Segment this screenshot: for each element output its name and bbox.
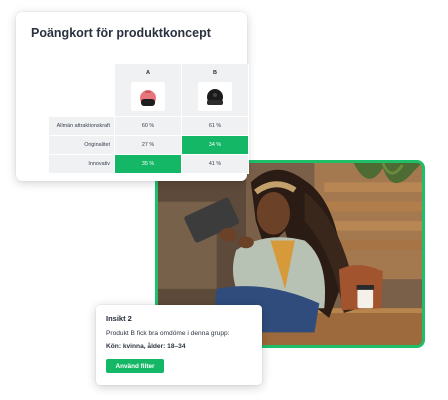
scorecard-row: Originalitet 27 % 34 % bbox=[49, 136, 249, 155]
column-a-label: A bbox=[146, 70, 150, 76]
score-cell-b: 41 % bbox=[182, 155, 249, 174]
score-cell-a: 60 % bbox=[115, 117, 182, 136]
apply-filter-button[interactable]: Använd filter bbox=[106, 359, 164, 373]
row-label: Originalitet bbox=[49, 136, 115, 155]
scorecard-table: A B Allmän attraktionskraft 60 % 61 % Or… bbox=[49, 64, 249, 174]
insight-filter-criteria: Kön: kvinna, ålder: 18–34 bbox=[106, 343, 186, 350]
row-label: Allmän attraktionskraft bbox=[49, 117, 115, 136]
score-cell-b: 61 % bbox=[182, 117, 249, 136]
concept-scorecard: Poängkort för produktkoncept A B Allmän … bbox=[16, 12, 249, 181]
score-cell-a-highlight: 35 % bbox=[115, 155, 182, 174]
scorecard-row: Allmän attraktionskraft 60 % 61 % bbox=[49, 117, 249, 136]
product-a-image bbox=[131, 82, 165, 111]
column-b-label: B bbox=[213, 70, 217, 76]
speaker-b-icon bbox=[207, 88, 223, 105]
scorecard-row: Innovativ 35 % 41 % bbox=[49, 155, 249, 174]
scorecard-header-row: A B bbox=[49, 64, 249, 117]
speaker-a-icon bbox=[140, 89, 156, 106]
column-a-header: A bbox=[115, 64, 182, 117]
insight-card: Insikt 2 Produkt B fick bra omdöme i den… bbox=[96, 305, 262, 385]
score-cell-b-highlight: 34 % bbox=[182, 136, 249, 155]
product-b-image bbox=[198, 82, 232, 111]
insight-text: Produkt B fick bra omdöme i denna grupp: bbox=[106, 330, 230, 337]
score-cell-a: 27 % bbox=[115, 136, 182, 155]
row-label: Innovativ bbox=[49, 155, 115, 174]
column-b-header: B bbox=[182, 64, 249, 117]
insight-title: Insikt 2 bbox=[106, 314, 132, 323]
header-empty-cell bbox=[49, 64, 115, 117]
scorecard-title: Poängkort för produktkoncept bbox=[31, 26, 211, 40]
